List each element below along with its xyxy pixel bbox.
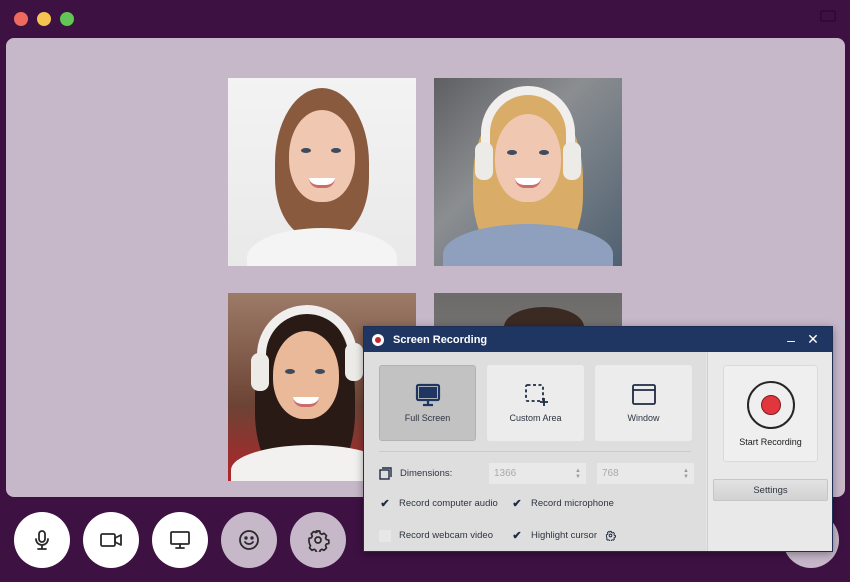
screen-recording-dialog: Screen Recording – ✕ Full Screen Custom … [363,326,833,552]
record-button-icon [746,380,795,429]
layout-icon[interactable] [820,10,836,22]
option-record-webcam-video[interactable]: Record webcam video [379,529,511,542]
checkbox-checked[interactable]: ✔ [511,498,523,510]
mode-label: Window [627,413,660,423]
participant-tile[interactable] [434,78,622,266]
participant-3-image [230,305,391,481]
recording-options: ✔ Record computer audio ✔ Record microph… [379,497,701,542]
start-recording-label: Start Recording [739,436,802,447]
mode-window[interactable]: Window [595,365,692,441]
option-label: Record webcam video [399,530,493,541]
capture-options-pane: Full Screen Custom Area Window Dimension… [364,352,706,551]
mode-full-screen[interactable]: Full Screen [379,365,476,441]
microphone-icon [35,530,49,550]
monitor-icon [170,531,190,549]
width-value: 1366 [494,468,517,479]
start-recording-button[interactable]: Start Recording [723,365,818,462]
option-label: Record microphone [531,498,614,509]
record-icon [372,333,384,346]
participant-1-image [247,88,397,266]
dialog-title: Screen Recording [393,333,488,346]
call-settings-button[interactable] [290,512,346,568]
checkbox-unchecked[interactable] [379,529,391,542]
gear-icon[interactable] [605,530,616,541]
participant-tile[interactable] [228,78,416,266]
option-label: Highlight cursor [531,530,597,541]
option-record-computer-audio[interactable]: ✔ Record computer audio [379,497,511,510]
settings-button[interactable]: Settings [713,479,828,501]
option-highlight-cursor[interactable]: ✔ Highlight cursor [511,529,701,542]
option-record-microphone[interactable]: ✔ Record microphone [511,497,701,510]
chevron-down-icon[interactable]: ▼ [575,474,581,480]
custom-area-icon [524,384,548,406]
height-stepper[interactable]: ▲ ▼ [683,468,689,480]
checkbox-checked[interactable]: ✔ [379,498,391,510]
checkbox-checked[interactable]: ✔ [511,530,523,542]
divider [379,451,691,452]
window-icon [631,384,656,405]
close-dialog-button[interactable]: ✕ [802,331,824,348]
dimensions-icon [379,467,392,480]
minimize-window-button[interactable] [37,12,51,26]
video-camera-icon [100,533,122,547]
capture-modes: Full Screen Custom Area Window [379,365,692,441]
close-window-button[interactable] [14,12,28,26]
reactions-button[interactable] [221,512,277,568]
smiley-icon [239,530,259,550]
mode-label: Custom Area [509,413,562,423]
participant-2-image [443,84,613,266]
window-controls [14,12,74,26]
dimensions-label: Dimensions: [400,468,453,479]
height-value: 768 [602,468,619,479]
microphone-button[interactable] [14,512,70,568]
dimensions-row: Dimensions: 1366 ▲ ▼ 768 ▲ ▼ [379,463,694,484]
width-stepper[interactable]: ▲ ▼ [575,468,581,480]
minimize-dialog-button[interactable]: – [780,332,802,348]
height-input[interactable]: 768 ▲ ▼ [597,463,694,484]
gear-icon [308,530,330,552]
chevron-down-icon[interactable]: ▼ [683,474,689,480]
recording-actions-pane: Start Recording Settings [707,352,832,551]
option-label: Record computer audio [399,498,498,509]
dialog-titlebar[interactable]: Screen Recording – ✕ [364,327,832,352]
monitor-icon [415,383,440,407]
share-screen-button[interactable] [152,512,208,568]
call-controls [14,512,346,568]
mode-custom-area[interactable]: Custom Area [487,365,584,441]
mode-label: Full Screen [404,413,451,423]
maximize-window-button[interactable] [60,12,74,26]
camera-button[interactable] [83,512,139,568]
width-input[interactable]: 1366 ▲ ▼ [489,463,586,484]
